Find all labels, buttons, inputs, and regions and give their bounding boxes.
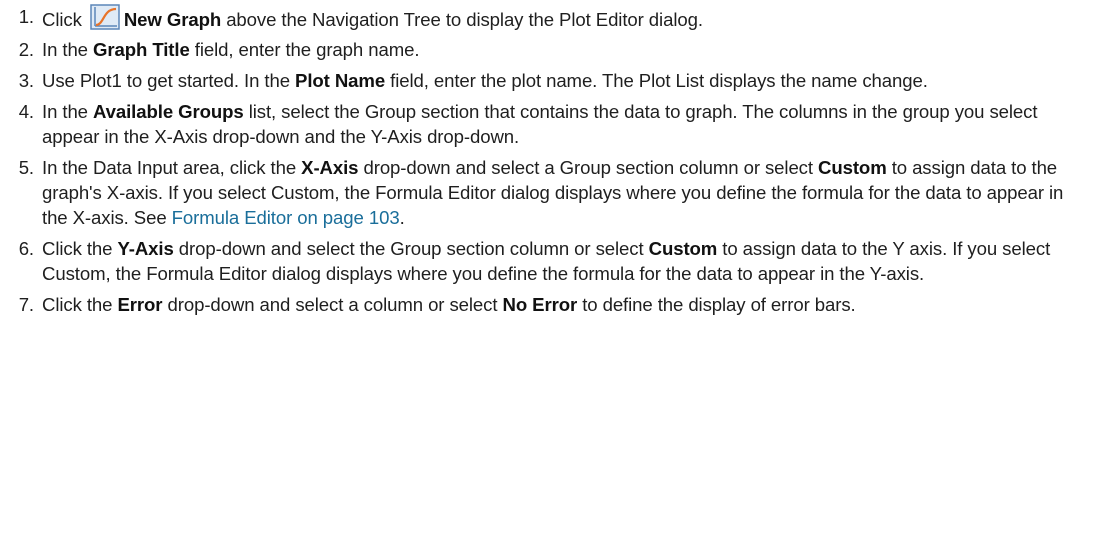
step-number: 5. — [18, 157, 34, 178]
step-number: 4. — [18, 101, 34, 122]
step-number: 1. — [18, 6, 34, 27]
step-text: field, enter the graph name. — [189, 39, 420, 60]
formula-editor-link[interactable]: Formula Editor on page 103 — [172, 207, 400, 228]
step-3: 3. Use Plot1 to get started. In the Plot… — [0, 68, 1108, 93]
step-text: In the Data Input area, click the — [42, 157, 302, 178]
step-text: drop-down and select a Group section col… — [358, 157, 819, 178]
error-label: Error — [117, 294, 163, 315]
step-text: In the — [42, 101, 93, 122]
step-text: field, enter the plot name. The Plot Lis… — [385, 70, 928, 91]
step-text: Use Plot1 to get started. In the — [42, 70, 296, 91]
step-number: 2. — [18, 39, 34, 60]
step-text: Click the — [42, 238, 118, 259]
step-number: 6. — [18, 238, 34, 259]
step-5: 5. In the Data Input area, click the X-A… — [0, 155, 1108, 230]
step-number: 7. — [18, 294, 34, 315]
new-graph-label: New Graph — [123, 9, 222, 30]
plot-name-label: Plot Name — [295, 70, 386, 91]
procedure-steps: 1. Click New Graph above the Navigation … — [0, 0, 1108, 323]
step-7: 7. Click the Error drop-down and select … — [0, 292, 1108, 317]
step-text: above the Navigation Tree to display the… — [221, 9, 703, 30]
step-text: to define the display of error bars. — [577, 294, 856, 315]
step-number: 3. — [18, 70, 34, 91]
graph-title-label: Graph Title — [93, 39, 190, 60]
step-text: drop-down and select a column or select — [162, 294, 503, 315]
step-text: . — [399, 207, 405, 228]
x-axis-label: X-Axis — [301, 157, 359, 178]
step-text: drop-down and select the Group section c… — [173, 238, 649, 259]
step-text: In the — [42, 39, 93, 60]
custom-label: Custom — [648, 238, 718, 259]
step-6: 6. Click the Y-Axis drop-down and select… — [0, 236, 1108, 286]
custom-label: Custom — [818, 157, 887, 178]
available-groups-label: Available Groups — [93, 101, 244, 122]
y-axis-label: Y-Axis — [117, 238, 174, 259]
step-text: Click the — [42, 294, 118, 315]
step-text: Click — [42, 9, 87, 30]
new-graph-icon[interactable] — [90, 4, 120, 30]
step-2: 2. In the Graph Title field, enter the g… — [0, 37, 1108, 62]
step-1: 1. Click New Graph above the Navigation … — [0, 0, 1108, 32]
step-4: 4. In the Available Groups list, select … — [0, 99, 1108, 149]
no-error-label: No Error — [502, 294, 578, 315]
